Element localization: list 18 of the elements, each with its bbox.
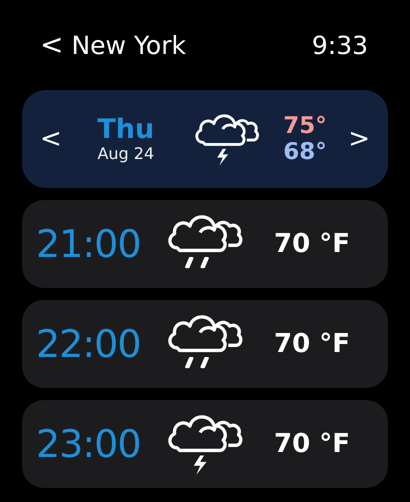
city-title: New York <box>71 30 187 60</box>
clock-time: 9:33 <box>312 30 368 60</box>
hour-temperature: 70 °F <box>274 429 350 459</box>
hour-time: 21:00 <box>36 222 142 266</box>
hour-row[interactable]: 23:00 70 °F <box>22 400 388 488</box>
hour-time: 22:00 <box>36 322 142 366</box>
weekday-label: Thu <box>97 114 154 144</box>
low-temperature: 68° <box>283 139 327 165</box>
date-label: Aug 24 <box>97 144 154 164</box>
hour-row[interactable]: 21:00 70 °F <box>22 200 388 288</box>
hour-row[interactable]: 22:00 70 °F <box>22 300 388 388</box>
hour-time: 23:00 <box>36 422 142 466</box>
next-day-button[interactable]: > <box>344 124 374 154</box>
back-button[interactable]: < <box>40 31 64 59</box>
hour-temperature: 70 °F <box>274 229 350 259</box>
hour-temperature: 70 °F <box>274 329 350 359</box>
previous-day-button[interactable]: < <box>36 124 66 154</box>
high-temperature: 75° <box>283 113 327 139</box>
